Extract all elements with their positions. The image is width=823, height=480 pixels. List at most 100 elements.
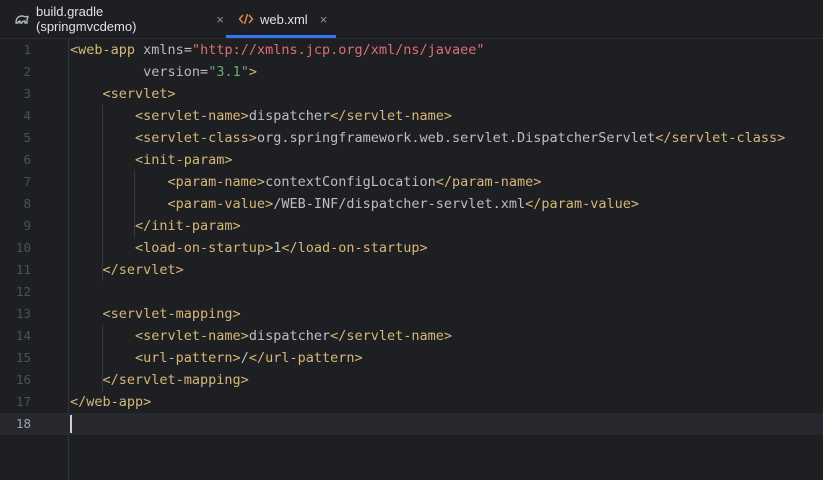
code-text[interactable]: version="3.1"> xyxy=(70,61,257,83)
code-token: <servlet-class> xyxy=(70,130,257,146)
code-token: dispatcher xyxy=(248,328,331,344)
tab-label: web.xml xyxy=(260,11,308,27)
code-token: <param-name> xyxy=(70,174,266,190)
xml-code-icon xyxy=(238,11,254,27)
code-text[interactable]: </init-param> xyxy=(70,215,241,237)
code-token: = xyxy=(183,42,192,58)
line-number[interactable]: 16 xyxy=(0,369,31,391)
code-line[interactable]: 12 xyxy=(0,281,823,303)
code-token: "http://xmlns.jcp.org/xml/ns/javaee" xyxy=(191,42,485,58)
code-line[interactable]: 13 <servlet-mapping> xyxy=(0,303,823,325)
code-line[interactable]: 16 </servlet-mapping> xyxy=(0,369,823,391)
code-token: version xyxy=(70,64,201,80)
code-token: </param-name> xyxy=(435,174,542,190)
code-line[interactable]: 3 <servlet> xyxy=(0,83,823,105)
code-token: / xyxy=(240,350,249,366)
code-token: </servlet-mapping> xyxy=(70,372,249,388)
tab-label: build.gradle (springmvcdemo) xyxy=(36,4,137,34)
code-token: <load-on-startup> xyxy=(70,240,274,256)
tab-web-xml[interactable]: web.xml × xyxy=(224,0,336,38)
close-icon[interactable]: × xyxy=(320,12,328,27)
code-token: </servlet-name> xyxy=(330,108,453,124)
code-text[interactable]: <web-app xmlns="http://xmlns.jcp.org/xml… xyxy=(70,39,485,61)
active-tab-indicator xyxy=(226,35,336,38)
code-token: </param-value> xyxy=(525,196,639,212)
code-token: <url-pattern> xyxy=(70,350,241,366)
indent-guide xyxy=(102,325,103,391)
indent-guide xyxy=(102,105,103,281)
code-line[interactable]: 7 <param-name>contextConfigLocation</par… xyxy=(0,171,823,193)
code-line[interactable]: 17 </web-app> xyxy=(0,391,823,413)
line-number[interactable]: 4 xyxy=(0,105,31,127)
tab-build-gradle[interactable]: build.gradle (springmvcdemo) × xyxy=(0,0,224,38)
code-token: org.springframework.web.servlet.Dispatch… xyxy=(256,130,656,146)
line-number[interactable]: 8 xyxy=(0,193,31,215)
code-text[interactable]: <servlet> xyxy=(70,83,176,105)
line-number[interactable]: 1 xyxy=(0,39,31,61)
code-line[interactable]: 8 <param-value>/WEB-INF/dispatcher-servl… xyxy=(0,193,823,215)
code-token: </servlet> xyxy=(70,262,184,278)
code-token: <servlet-mapping> xyxy=(70,306,241,322)
line-number[interactable]: 11 xyxy=(0,259,31,281)
code-line[interactable]: 14 <servlet-name>dispatcher</servlet-nam… xyxy=(0,325,823,347)
code-text[interactable]: <init-param> xyxy=(70,149,233,171)
code-token: </servlet-class> xyxy=(655,130,786,146)
line-number[interactable]: 13 xyxy=(0,303,31,325)
code-token: > xyxy=(248,64,257,80)
code-text[interactable]: <servlet-name>dispatcher</servlet-name> xyxy=(70,325,452,347)
line-number[interactable]: 6 xyxy=(0,149,31,171)
code-token: <servlet-name> xyxy=(70,108,249,124)
code-token: xmlns xyxy=(135,42,184,58)
text-caret xyxy=(70,415,72,433)
code-token: </url-pattern> xyxy=(248,350,363,366)
code-line[interactable]: 9 </init-param> xyxy=(0,215,823,237)
code-line[interactable]: 5 <servlet-class>org.springframework.web… xyxy=(0,127,823,149)
code-token: </load-on-startup> xyxy=(281,240,428,256)
code-token: "3.1" xyxy=(208,64,249,80)
code-token: <servlet-name> xyxy=(70,328,249,344)
line-number[interactable]: 17 xyxy=(0,391,31,413)
code-text[interactable]: <url-pattern>/</url-pattern> xyxy=(70,347,363,369)
code-line[interactable]: 4 <servlet-name>dispatcher</servlet-name… xyxy=(0,105,823,127)
code-text[interactable]: <servlet-name>dispatcher</servlet-name> xyxy=(70,105,452,127)
code-text[interactable]: <param-name>contextConfigLocation</param… xyxy=(70,171,542,193)
code-token: <servlet> xyxy=(70,86,176,102)
line-number[interactable]: 18 xyxy=(0,413,31,435)
code-text[interactable]: </web-app> xyxy=(70,391,151,413)
code-token: <param-value> xyxy=(70,196,274,212)
indent-guide xyxy=(134,171,135,237)
editor-tab-bar: build.gradle (springmvcdemo) × web.xml × xyxy=(0,0,823,39)
line-number[interactable]: 12 xyxy=(0,281,31,303)
line-number[interactable]: 15 xyxy=(0,347,31,369)
code-line[interactable]: 1 <web-app xmlns="http://xmlns.jcp.org/xm… xyxy=(0,39,823,61)
code-text[interactable]: <servlet-class>org.springframework.web.s… xyxy=(70,127,785,149)
gradle-elephant-icon xyxy=(14,11,30,27)
code-text[interactable]: </servlet-mapping> xyxy=(70,369,249,391)
close-icon[interactable]: × xyxy=(216,12,224,27)
code-text[interactable]: <param-value>/WEB-INF/dispatcher-servlet… xyxy=(70,193,639,215)
code-token: </servlet-name> xyxy=(330,328,453,344)
code-line[interactable]: 2 version="3.1"> xyxy=(0,61,823,83)
code-token: <web-app xyxy=(70,42,136,58)
code-token: </web-app> xyxy=(70,394,152,410)
code-token: /WEB-INF/dispatcher-servlet.xml xyxy=(273,196,526,212)
line-number[interactable]: 5 xyxy=(0,127,31,149)
code-token: = xyxy=(200,64,209,80)
code-token: dispatcher xyxy=(248,108,331,124)
code-text[interactable]: </servlet> xyxy=(70,259,184,281)
code-line[interactable]: 10 <load-on-startup>1</load-on-startup> xyxy=(0,237,823,259)
code-text[interactable]: <servlet-mapping> xyxy=(70,303,241,325)
code-line[interactable]: 15 <url-pattern>/</url-pattern> xyxy=(0,347,823,369)
line-number[interactable]: 2 xyxy=(0,61,31,83)
line-number[interactable]: 14 xyxy=(0,325,31,347)
line-number[interactable]: 7 xyxy=(0,171,31,193)
code-line[interactable]: 6 <init-param> xyxy=(0,149,823,171)
code-line[interactable]: 11 </servlet> xyxy=(0,259,823,281)
code-line[interactable]: 18 xyxy=(0,413,823,435)
line-number[interactable]: 3 xyxy=(0,83,31,105)
line-number[interactable]: 10 xyxy=(0,237,31,259)
code-token: </init-param> xyxy=(70,218,241,234)
line-number[interactable]: 9 xyxy=(0,215,31,237)
code-token: <init-param> xyxy=(70,152,233,168)
code-text[interactable]: <load-on-startup>1</load-on-startup> xyxy=(70,237,428,259)
